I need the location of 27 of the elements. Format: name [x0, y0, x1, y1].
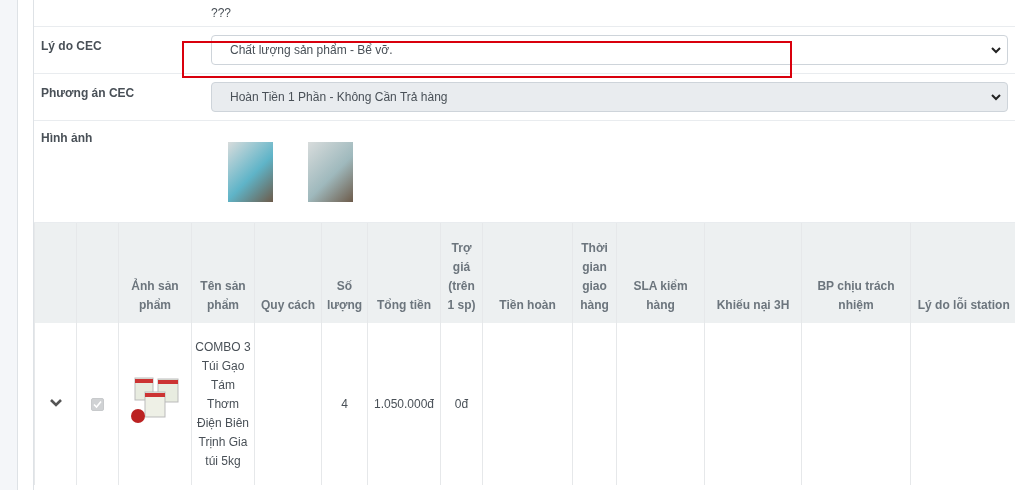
description-text: ???	[211, 6, 232, 20]
column-header: Quy cách	[254, 223, 322, 323]
column-header: Tổng tiền	[367, 223, 441, 323]
column-header: BP chịu trách nhiệm	[801, 223, 911, 323]
dropdown-caret-icon	[991, 46, 1001, 54]
dropdown-caret-icon	[991, 93, 1001, 101]
column-header: Tiền hoàn	[482, 223, 573, 323]
column-header: Trợ giá (trên 1 sp)	[440, 223, 483, 323]
column-header: Số lượng	[321, 223, 368, 323]
column-header: Ảnh sản phẩm	[118, 223, 192, 323]
subsidy-text: 0đ	[454, 396, 469, 411]
quantity-text: 4	[341, 396, 348, 411]
column-header: Thời gian giao hàng	[572, 223, 617, 323]
column-header: Lý do lỗi station	[910, 223, 1015, 323]
total-text: 1.050.000đ	[373, 396, 435, 411]
photo-placeholder[interactable]	[228, 142, 273, 202]
product-name: COMBO 3 Túi Gạo Tám Thơm Điện Biên Trịnh Gia túi 5kg	[195, 339, 251, 468]
chevron-icon[interactable]	[48, 397, 63, 408]
column-header: Khiếu nại 3H	[704, 223, 802, 323]
field-label: Lý do CEC	[40, 38, 103, 55]
field-label: Phương án CEC	[40, 85, 136, 102]
photo-placeholder[interactable]	[308, 142, 353, 202]
column-header: Tên sản phẩm	[191, 223, 255, 323]
field-label: Hình ảnh	[40, 130, 94, 147]
rice-bags-drawing	[130, 376, 180, 426]
column-header: SLA kiểm hàng	[616, 223, 705, 323]
select-field[interactable]: Chất lượng sản phẩm - Bể vỡ.	[211, 35, 1008, 65]
